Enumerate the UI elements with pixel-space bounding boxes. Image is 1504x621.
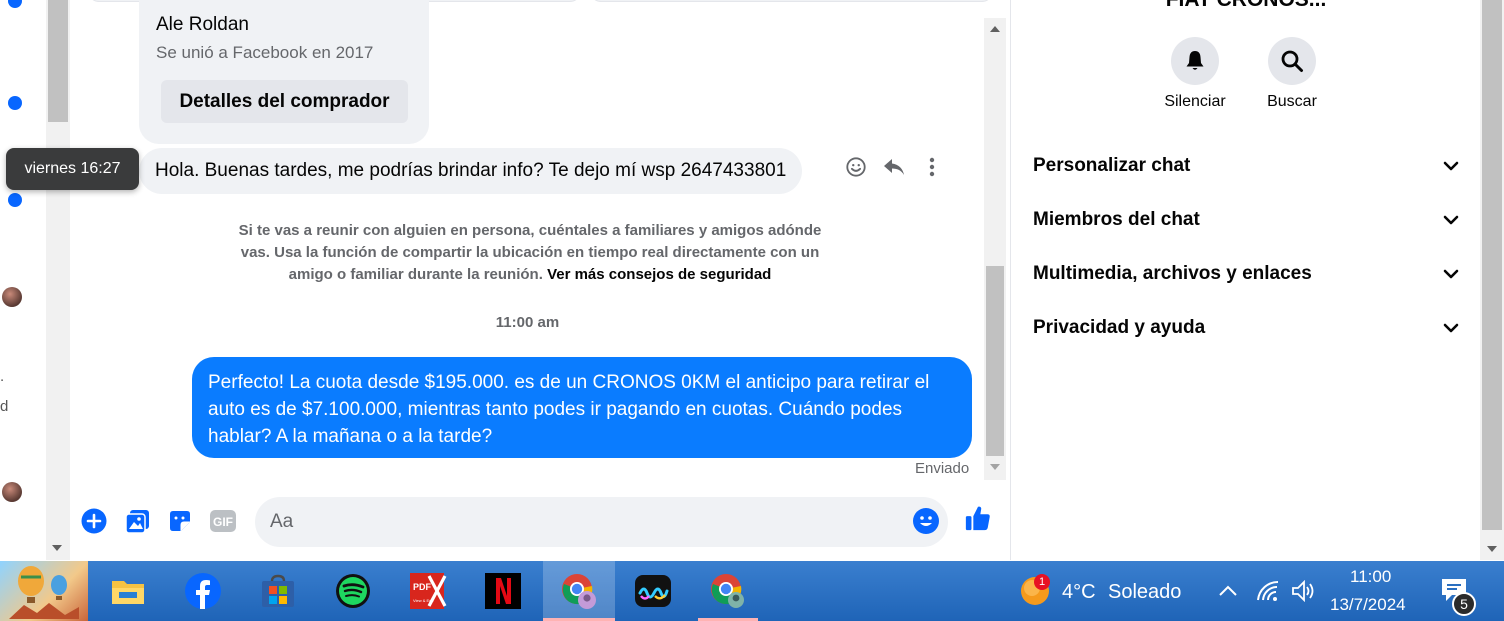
file-explorer-icon[interactable] xyxy=(98,561,158,621)
weather-sun-icon[interactable] xyxy=(1005,561,1065,621)
scroll-down-arrow-icon[interactable] xyxy=(1487,546,1497,552)
section-customize-chat[interactable]: Personalizar chat xyxy=(1033,146,1459,186)
notification-count-badge: 5 xyxy=(1452,592,1476,616)
timestamp-tooltip: viernes 16:27 xyxy=(6,148,139,190)
facebook-icon[interactable] xyxy=(173,561,233,621)
microsoft-store-icon[interactable] xyxy=(248,561,308,621)
more-options-icon[interactable] xyxy=(920,155,944,179)
photo-gallery-icon[interactable] xyxy=(124,507,152,535)
pdf-editor-icon[interactable]: PDF View & Edit xyxy=(398,561,458,621)
avatar[interactable] xyxy=(2,482,22,502)
conversation-snippet: d xyxy=(0,398,9,415)
chat-title: FIAT CRONOS... xyxy=(1011,0,1481,12)
svg-text:GIF: GIF xyxy=(213,515,233,529)
netflix-icon[interactable] xyxy=(473,561,533,621)
chevron-down-icon xyxy=(1443,317,1459,339)
mute-action[interactable]: Silenciar xyxy=(1150,37,1240,111)
sticker-icon[interactable] xyxy=(166,507,194,535)
outgoing-message[interactable]: Perfecto! La cuota desde $195.000. es de… xyxy=(192,357,972,458)
message-actions xyxy=(844,155,944,179)
spotify-icon[interactable] xyxy=(323,561,383,621)
section-chat-members[interactable]: Miembros del chat xyxy=(1033,200,1459,240)
weather-condition[interactable]: Soleado xyxy=(1108,581,1181,604)
svg-text:View & Edit: View & Edit xyxy=(413,598,434,603)
section-label: Personalizar chat xyxy=(1033,155,1191,176)
start-button-balloons-icon[interactable] xyxy=(0,561,88,621)
clock-date[interactable]: 13/7/2024 xyxy=(1330,595,1406,615)
svg-text:PDF: PDF xyxy=(413,582,432,592)
section-label: Multimedia, archivos y enlaces xyxy=(1033,263,1312,284)
gif-icon[interactable]: GIF xyxy=(209,507,237,535)
clock-time[interactable]: 11:00 xyxy=(1350,567,1391,587)
taskbar: PDF View & Edit 1 4°C Soleado 11:00 13/7… xyxy=(0,561,1504,621)
reply-icon[interactable] xyxy=(882,155,906,179)
incoming-message[interactable]: Hola. Buenas tardes, me podrías brindar … xyxy=(139,148,803,194)
chat-panel: Ale Roldan Se unió a Facebook en 2017 De… xyxy=(70,0,1010,560)
section-privacy-help[interactable]: Privacidad y ayuda xyxy=(1033,308,1459,348)
buyer-join-date: Se unió a Facebook en 2017 xyxy=(156,43,374,62)
chevron-up-icon[interactable] xyxy=(1210,561,1246,621)
chat-scroll-thumb[interactable] xyxy=(986,266,1004,456)
bell-icon[interactable] xyxy=(1171,37,1219,85)
conversation-snippet: . xyxy=(0,368,5,385)
search-label: Buscar xyxy=(1267,93,1317,110)
scroll-down-arrow-icon[interactable] xyxy=(52,545,62,551)
search-icon[interactable] xyxy=(1268,37,1316,85)
page-scroll-thumb[interactable] xyxy=(1482,0,1502,530)
sent-status: Enviado xyxy=(915,460,970,477)
scroll-up-arrow-icon[interactable] xyxy=(990,26,1000,32)
chevron-down-icon xyxy=(1443,155,1459,177)
composer: GIF xyxy=(70,492,1010,552)
chevron-down-icon xyxy=(1443,209,1459,231)
conversation-list-scroll-thumb[interactable] xyxy=(48,0,68,122)
unread-dot xyxy=(8,96,22,110)
weather-temperature[interactable]: 4°C xyxy=(1062,581,1096,604)
safety-tips-link[interactable]: Ver más consejos de seguridad xyxy=(547,266,771,283)
chrome-icon[interactable] xyxy=(698,561,758,621)
chrome-profile-icon[interactable] xyxy=(543,561,615,621)
more-actions-plus-icon[interactable] xyxy=(80,507,108,535)
chevron-down-icon xyxy=(1443,263,1459,285)
wifi-icon[interactable] xyxy=(1250,561,1286,621)
buyer-name: Ale Roldan xyxy=(156,14,249,35)
buyer-details-button[interactable]: Detalles del comprador xyxy=(161,80,408,123)
scroll-down-arrow-icon[interactable] xyxy=(990,464,1000,470)
unread-dot xyxy=(8,0,22,8)
chat-info-panel: FIAT CRONOS... Silenciar Buscar Personal… xyxy=(1010,0,1480,560)
unread-dot xyxy=(8,193,22,207)
avatar[interactable] xyxy=(2,287,22,307)
weather-notification-badge: 1 xyxy=(1034,574,1050,590)
conversation-list-sliver: . d xyxy=(0,0,46,560)
section-label: Privacidad y ayuda xyxy=(1033,317,1206,338)
speaker-icon[interactable] xyxy=(1286,561,1322,621)
section-label: Miembros del chat xyxy=(1033,209,1200,230)
time-separator: 11:00 am xyxy=(495,314,560,331)
message-input[interactable] xyxy=(255,497,948,547)
safety-notice: Si te vas a reunir con alguien en person… xyxy=(225,220,835,286)
buyer-card: Ale Roldan Se unió a Facebook en 2017 De… xyxy=(139,0,429,144)
emoji-icon[interactable] xyxy=(912,507,940,535)
section-media-files-links[interactable]: Multimedia, archivos y enlaces xyxy=(1033,254,1459,294)
react-emoji-icon[interactable] xyxy=(844,155,868,179)
search-action[interactable]: Buscar xyxy=(1247,37,1337,111)
mute-label: Silenciar xyxy=(1164,93,1226,110)
like-thumb-icon[interactable] xyxy=(964,504,992,532)
top-field xyxy=(590,0,993,2)
app-icon[interactable] xyxy=(623,561,683,621)
